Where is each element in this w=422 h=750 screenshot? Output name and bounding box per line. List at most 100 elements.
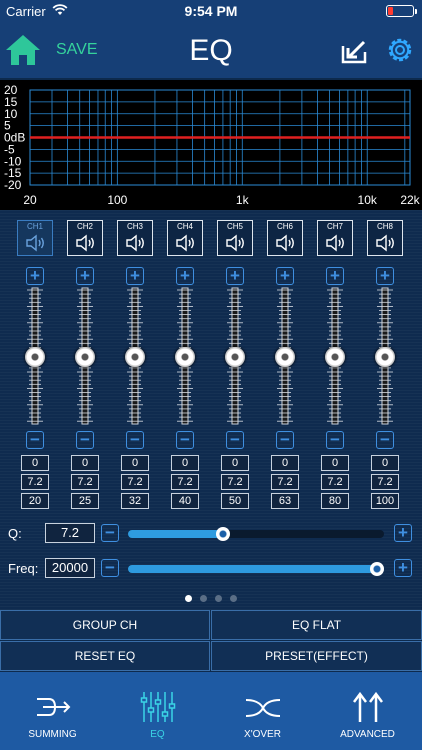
gain-slider[interactable] [225, 286, 245, 426]
gain-plus-button[interactable]: + [26, 267, 44, 285]
gain-value[interactable]: 0 [371, 455, 399, 471]
freq-value[interactable]: 63 [271, 493, 299, 509]
tab-summing[interactable]: SUMMING [0, 672, 105, 750]
page-dot[interactable] [185, 595, 192, 602]
gain-minus-button[interactable]: − [126, 431, 144, 449]
q-slider[interactable] [128, 527, 384, 541]
summing-icon [37, 698, 71, 716]
gain-slider-knob[interactable] [25, 347, 45, 367]
tab-xover[interactable]: X'OVER [210, 672, 315, 750]
freq-plus-button[interactable]: + [394, 559, 412, 577]
freq-value[interactable]: 20 [21, 493, 49, 509]
tab-advanced[interactable]: ADVANCED [315, 672, 420, 750]
channel-label: CH5 [226, 222, 243, 231]
q-value[interactable]: 7.2 [121, 474, 149, 490]
gain-value[interactable]: 0 [21, 455, 49, 471]
gain-minus-button[interactable]: − [276, 431, 294, 449]
gain-minus-button[interactable]: − [326, 431, 344, 449]
eq-flat-button[interactable]: EQ FLAT [211, 610, 422, 640]
gain-plus-button[interactable]: + [176, 267, 194, 285]
gain-slider[interactable] [325, 286, 345, 426]
gain-plus-button[interactable]: + [376, 267, 394, 285]
gain-slider-knob[interactable] [75, 347, 95, 367]
q-value[interactable]: 7.2 [21, 474, 49, 490]
freq-value[interactable]: 80 [321, 493, 349, 509]
q-slider-thumb[interactable] [216, 527, 230, 541]
gain-slider[interactable] [175, 286, 195, 426]
gain-minus-button[interactable]: − [376, 431, 394, 449]
gain-slider-knob[interactable] [325, 347, 345, 367]
reset-eq-button[interactable]: RESET EQ [0, 641, 210, 671]
freq-value[interactable]: 25 [71, 493, 99, 509]
freq-minus-button[interactable]: − [101, 559, 119, 577]
gain-value[interactable]: 0 [271, 455, 299, 471]
page-dot[interactable] [230, 595, 237, 602]
channel-select-6[interactable]: CH6 [267, 220, 303, 256]
gain-plus-button[interactable]: + [276, 267, 294, 285]
gain-value[interactable]: 0 [221, 455, 249, 471]
freq-value[interactable]: 50 [221, 493, 249, 509]
q-value[interactable]: 7.2 [221, 474, 249, 490]
channel-panel [0, 210, 422, 610]
page-dot[interactable] [215, 595, 222, 602]
gain-plus-button[interactable]: + [126, 267, 144, 285]
q-value[interactable]: 7.2 [321, 474, 349, 490]
page-dot[interactable] [200, 595, 207, 602]
channel-select-3[interactable]: CH3 [117, 220, 153, 256]
freq-slider[interactable] [128, 562, 384, 576]
gain-slider[interactable] [125, 286, 145, 426]
gain-minus-button[interactable]: − [226, 431, 244, 449]
gain-plus-button[interactable]: + [226, 267, 244, 285]
gain-minus-button[interactable]: − [176, 431, 194, 449]
gain-plus-button[interactable]: + [326, 267, 344, 285]
gain-minus-button[interactable]: − [76, 431, 94, 449]
channel-select-1[interactable]: CH1 [17, 220, 53, 256]
q-value[interactable]: 7.2 [271, 474, 299, 490]
gain-value[interactable]: 0 [71, 455, 99, 471]
gain-value[interactable]: 0 [321, 455, 349, 471]
preset-effect-button[interactable]: PRESET(EFFECT) [211, 641, 422, 671]
gain-slider[interactable] [25, 286, 45, 426]
freq-value[interactable]: 40 [171, 493, 199, 509]
gain-slider[interactable] [375, 286, 395, 426]
gain-slider-knob[interactable] [175, 347, 195, 367]
graph-y-label: -20 [4, 178, 22, 192]
graph-x-label: 20 [23, 193, 37, 207]
channel-select-5[interactable]: CH5 [217, 220, 253, 256]
gain-slider-knob[interactable] [375, 347, 395, 367]
channel-label: CH6 [276, 222, 293, 231]
gain-slider-knob[interactable] [225, 347, 245, 367]
q-minus-button[interactable]: − [101, 524, 119, 542]
group-ch-button[interactable]: GROUP CH [0, 610, 210, 640]
gain-value[interactable]: 0 [171, 455, 199, 471]
tab-label: X'OVER [244, 729, 281, 740]
gain-value[interactable]: 0 [121, 455, 149, 471]
freq-value[interactable]: 32 [121, 493, 149, 509]
gain-slider[interactable] [75, 286, 95, 426]
q-value-input[interactable]: 7.2 [45, 523, 95, 543]
export-icon[interactable] [340, 36, 368, 64]
gain-slider[interactable] [275, 286, 295, 426]
freq-value[interactable]: 100 [371, 493, 399, 509]
channel-select-2[interactable]: CH2 [67, 220, 103, 256]
gain-slider-knob[interactable] [125, 347, 145, 367]
q-plus-button[interactable]: + [394, 524, 412, 542]
gear-icon[interactable] [384, 34, 416, 66]
q-value[interactable]: 7.2 [171, 474, 199, 490]
gain-plus-button[interactable]: + [76, 267, 94, 285]
gain-minus-button[interactable]: − [26, 431, 44, 449]
q-value[interactable]: 7.2 [371, 474, 399, 490]
freq-slider-thumb[interactable] [370, 562, 384, 576]
channel-select-7[interactable]: CH7 [317, 220, 353, 256]
tab-bar: SUMMING EQ X'OVER ADVANCED [0, 672, 422, 750]
channel-label: CH1 [26, 222, 43, 231]
channel-select-4[interactable]: CH4 [167, 220, 203, 256]
freq-value-input[interactable]: 20000 [45, 558, 95, 578]
gain-slider-knob[interactable] [275, 347, 295, 367]
speaker-icon [126, 234, 144, 252]
q-value[interactable]: 7.2 [71, 474, 99, 490]
channel-select-8[interactable]: CH8 [367, 220, 403, 256]
graph-x-label: 10k [358, 193, 378, 207]
header-bar: SAVE EQ [0, 22, 422, 78]
tab-eq[interactable]: EQ [105, 672, 210, 750]
